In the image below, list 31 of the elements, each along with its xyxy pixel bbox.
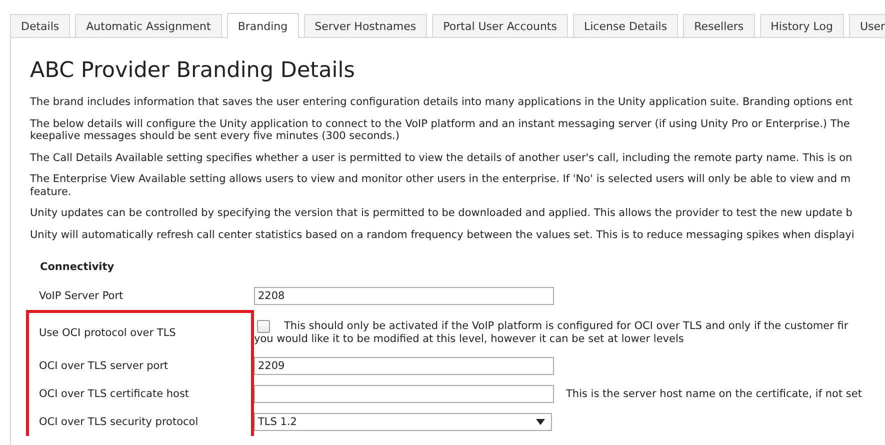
field-label: OCI over TLS server port — [39, 360, 168, 372]
tab[interactable]: Automatic Assignment — [75, 14, 222, 37]
description-paragraph: Unity updates can be controlled by specifying the version that is permitted to be downloaded and applied. This allows the provider to test the new update b — [30, 207, 854, 220]
input-field[interactable]: 2209 — [254, 357, 554, 375]
tab[interactable]: Details — [10, 14, 70, 37]
tab[interactable]: History Log — [760, 14, 844, 37]
description-paragraph: The Call Details Available setting specifies whether a user is permitted to view the details of another user's call, including the remote party name. This is on — [30, 152, 854, 164]
field-label: OCI over TLS security protocol — [39, 416, 198, 428]
description-paragraph: The below details will configure the Unity application to connect to the VoIP platform and an instant messaging server (if using Unity Pro or Enterprise.) The keepalive messages should be sent every five minutes (300 seconds.) — [30, 118, 851, 142]
section-heading: Connectivity — [40, 261, 116, 273]
tab[interactable]: Server Hostnames — [304, 14, 428, 37]
field-label: Use OCI protocol over TLS — [39, 326, 176, 338]
input-field[interactable]: 2208 — [254, 287, 554, 305]
dropdown[interactable]: TLS 1.2 — [254, 413, 552, 431]
checkbox[interactable] — [257, 320, 270, 333]
description-paragraph: The Enterprise View Available setting allows users to view and monitor other users in the enterprise. If 'No' is selected users will only be able to view and m feature. — [30, 173, 852, 198]
field-hint: you would like it to be modified at this level, however it can be set at lower levels — [254, 333, 684, 346]
tab[interactable]: Resellers — [683, 14, 755, 37]
tab[interactable]: Portal User Accounts — [432, 14, 568, 37]
page-title: ABC Provider Branding Details — [30, 58, 356, 83]
tab[interactable]: Branding — [226, 13, 299, 38]
input-field[interactable] — [254, 385, 554, 403]
description-paragraph: The brand includes information that saves the user entering configuration details into many applications in the Unity application suite. Branding options ent — [30, 96, 854, 108]
field-label: VoIP Server Port — [39, 290, 124, 302]
field-hint: This should only be activated if the VoIP platform is configured for OCI over TLS and only if the customer fir — [284, 320, 848, 333]
field-label: OCI over TLS certificate host — [39, 388, 190, 400]
description-paragraph: Unity will automatically refresh call center statistics based on a random frequency between the values set. This is to reduce messaging spikes when displayi — [30, 228, 856, 241]
dropdown-arrow-icon — [536, 419, 545, 425]
tab[interactable]: License Details — [572, 14, 678, 37]
tab[interactable]: User — [848, 14, 885, 37]
field-hint: This is the server host name on the certificate, if not set — [566, 388, 862, 400]
